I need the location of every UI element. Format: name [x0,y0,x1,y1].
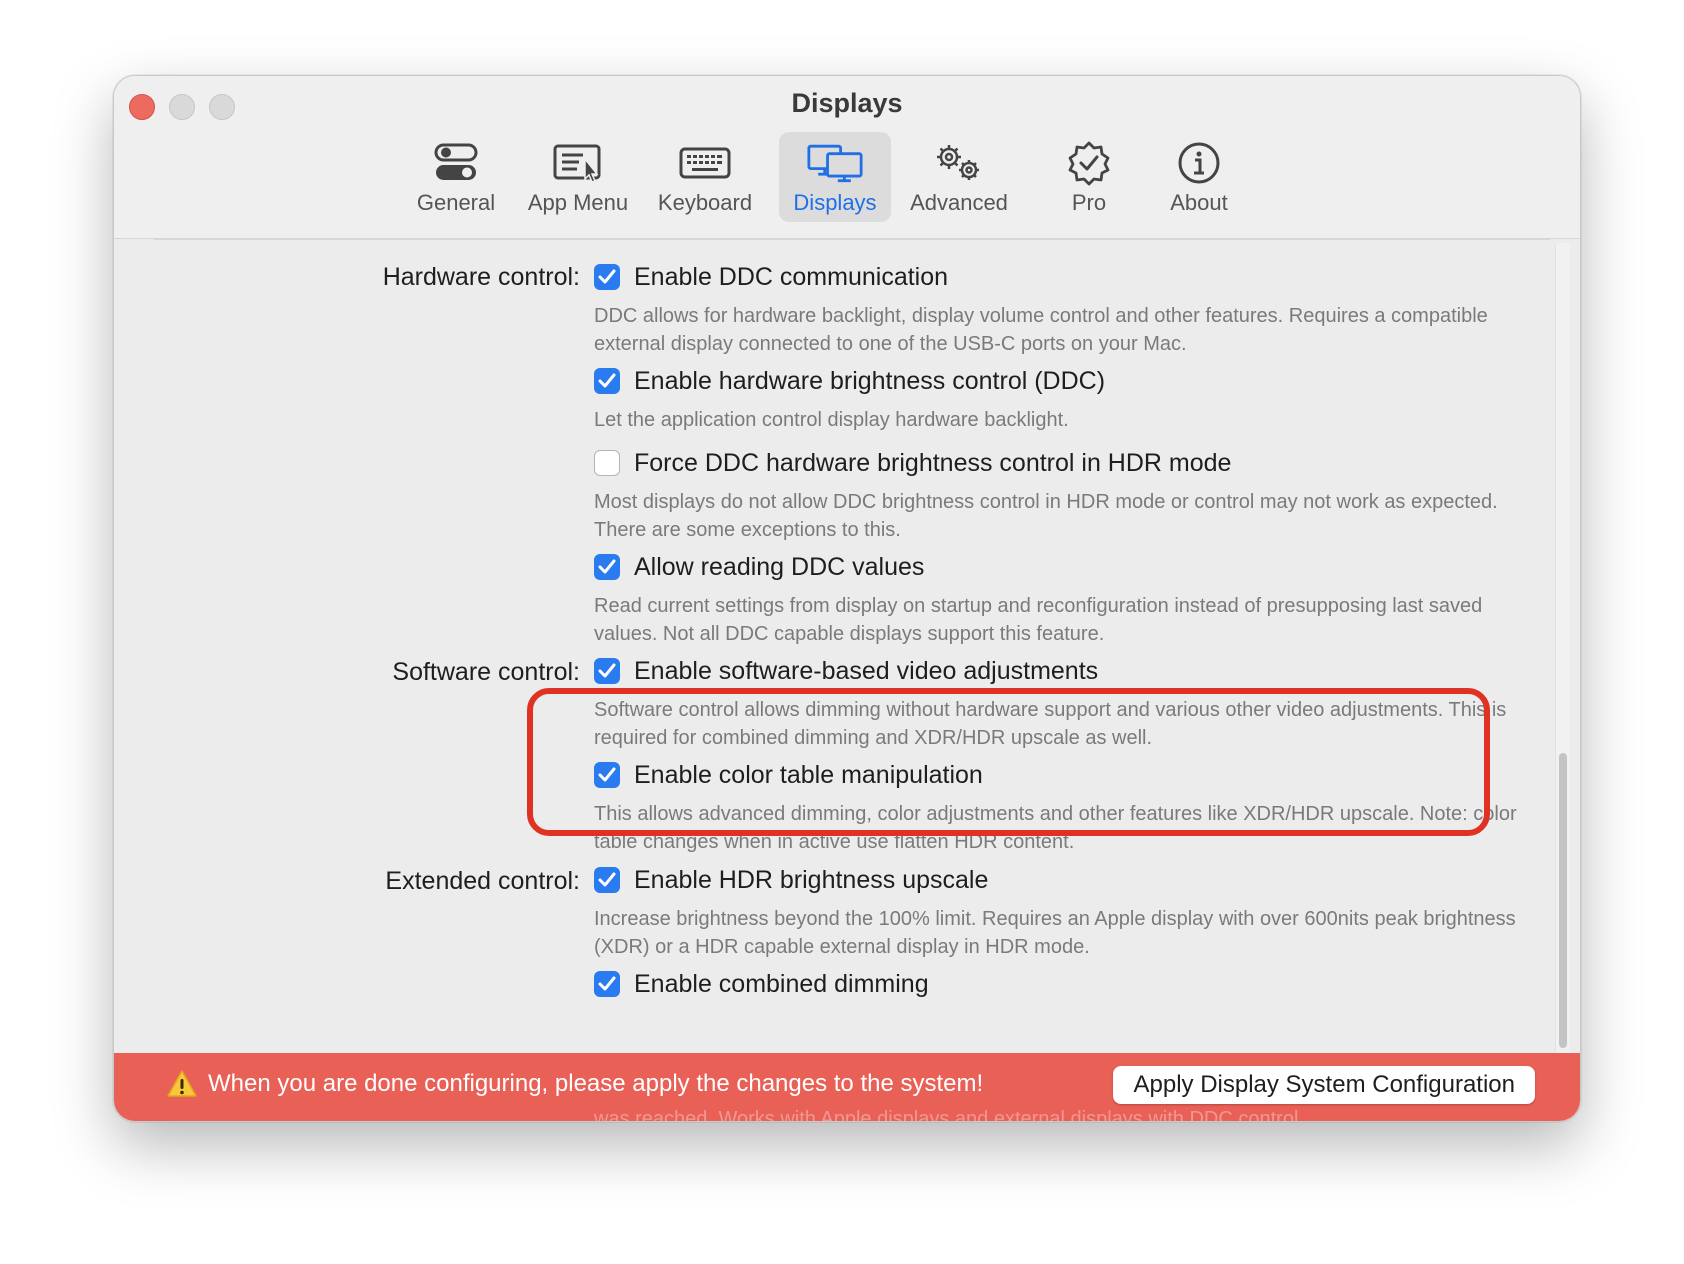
info-icon [1171,138,1227,188]
apply-configuration-button[interactable]: Apply Display System Configuration [1113,1066,1535,1104]
option-description: Let the application control display hard… [594,409,1069,431]
badge-check-icon [1061,138,1117,188]
checkmark-icon [598,872,616,887]
toggle-icon [428,138,484,188]
option-label: Enable HDR brightness upscale [634,865,989,894]
scroll-thumb[interactable] [1559,753,1567,1048]
settings-content[interactable]: Hardware control: Software control: Exte… [114,239,1580,1121]
option-label: Enable software-based video adjustments [634,656,1099,685]
displays-icon [807,138,863,188]
tab-keyboard[interactable]: Keyboard [644,132,766,222]
option-description: Increase brightness beyond the 100% limi… [594,908,1516,958]
option-hdr-upscale: Enable HDR brightness upscale Increase b… [594,863,1540,961]
option-combined-dimming: Enable combined dimming [594,967,1540,1001]
checkbox-combined-dimming[interactable] [594,971,620,997]
toolbar: General App Menu Keyboard Displays Advan… [114,132,1580,228]
option-label: Force DDC hardware brightness control in… [634,448,1232,477]
option-label: Enable hardware brightness control (DDC) [634,366,1106,395]
option-hardware-brightness: Enable hardware brightness control (DDC)… [594,364,1540,434]
app-menu-icon [550,138,606,188]
checkbox-software-video[interactable] [594,658,620,684]
checkbox-hdr-upscale[interactable] [594,867,620,893]
option-description: was reached. Works with Apple displays a… [594,1108,1304,1122]
preferences-window: Displays General App Menu Keyboard Displ… [113,75,1581,1122]
checkbox-allow-reading-ddc[interactable] [594,554,620,580]
tab-label: Displays [793,190,877,215]
checkmark-icon [598,559,616,574]
tab-pro[interactable]: Pro [1044,132,1134,222]
warning-icon [167,1070,197,1097]
window-title: Displays [791,88,903,118]
tab-label: Advanced [910,190,1008,215]
apply-banner: was reached. Works with Apple displays a… [114,1053,1580,1121]
option-allow-reading-ddc: Allow reading DDC values Read current se… [594,550,1540,648]
highlight-annotation [527,688,1490,836]
option-label: Allow reading DDC values [634,552,925,581]
tab-label: App Menu [527,190,629,215]
tab-label: Pro [1071,190,1107,215]
checkmark-icon [598,373,616,388]
option-description: DDC allows for hardware backlight, displ… [594,305,1488,355]
tab-displays[interactable]: Displays [779,132,891,222]
checkbox-force-ddc-hdr[interactable] [594,450,620,476]
titlebar: Displays General App Menu Keyboard Displ… [114,76,1580,239]
option-label: Enable DDC communication [634,262,949,291]
tab-label: Keyboard [657,190,753,215]
option-force-ddc-hdr: Force DDC hardware brightness control in… [594,446,1540,544]
section-label-software: Software control: [392,658,580,686]
tab-about[interactable]: About [1154,132,1244,222]
tab-label: General [416,190,496,215]
checkbox-enable-ddc[interactable] [594,264,620,290]
section-label-extended: Extended control: [385,867,580,895]
keyboard-icon [677,138,733,188]
vertical-scrollbar[interactable] [1555,243,1570,1121]
tab-advanced[interactable]: Advanced [899,132,1019,222]
tab-app-menu[interactable]: App Menu [518,132,638,222]
divider [154,239,1550,240]
option-description: Most displays do not allow DDC brightnes… [594,491,1498,541]
checkmark-icon [598,976,616,991]
tab-general[interactable]: General [406,132,506,222]
checkmark-icon [598,269,616,284]
banner-message: When you are done configuring, please ap… [166,1069,983,1099]
option-label: Enable combined dimming [634,969,929,998]
checkbox-hardware-brightness[interactable] [594,368,620,394]
gears-icon [931,138,987,188]
banner-text: When you are done configuring, please ap… [208,1070,984,1097]
option-enable-ddc: Enable DDC communication DDC allows for … [594,260,1540,358]
tab-label: About [1170,190,1228,215]
checkmark-icon [598,663,616,678]
section-label-hardware: Hardware control: [382,263,580,291]
option-description: Read current settings from display on st… [594,595,1483,645]
